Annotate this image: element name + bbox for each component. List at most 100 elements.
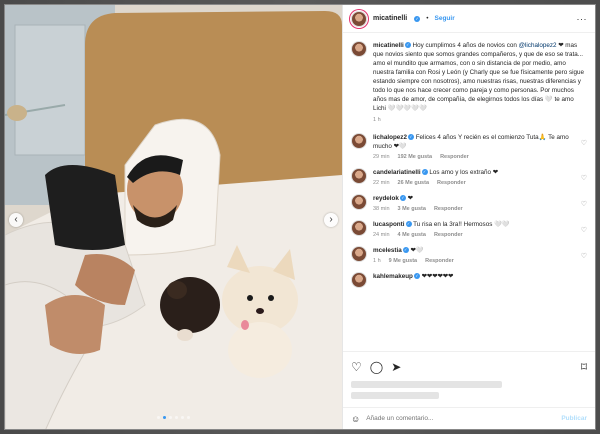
like-comment-heart-icon[interactable]: ♡ (581, 174, 587, 182)
like-comment-heart-icon[interactable]: ♡ (581, 200, 587, 208)
avatar[interactable] (351, 168, 367, 184)
comment-meta: 29 min 192 Me gusta Responder (373, 154, 575, 160)
verified-badge-icon: ✓ (414, 15, 421, 22)
comment-text: lichalopez2 ✓ Felices 4 años Y recién es … (373, 133, 575, 151)
comment-body: Tu risa en la 3ra!! Hermosos 🤍🤍 (413, 221, 510, 228)
post-modal: ‹ › micatinelli ✓ • Seguir ··· micatinel… (4, 4, 596, 430)
comment-text: reydelok ✓ ❤ (373, 194, 463, 203)
reply-button[interactable]: Responder (440, 154, 469, 160)
post-header: micatinelli ✓ • Seguir ··· (343, 5, 595, 33)
comment-text: kahlemakeup ✓ ❤❤❤❤❤❤ (373, 272, 453, 281)
comment-body: ❤❤❤❤❤❤ (421, 273, 454, 280)
header-username[interactable]: micatinelli (373, 15, 407, 22)
next-photo-icon[interactable]: › (324, 213, 338, 227)
comment-input[interactable] (366, 415, 556, 422)
verified-badge-icon: ✓ (407, 134, 414, 141)
comment-time: 24 min (373, 232, 390, 238)
verified-badge-icon: ✓ (413, 273, 420, 280)
reply-button[interactable]: Responder (434, 232, 463, 238)
post-date-placeholder (351, 392, 440, 399)
like-comment-heart-icon[interactable]: ♡ (581, 139, 587, 147)
comment-username[interactable]: lichalopez2 (373, 134, 407, 141)
photo-image (5, 5, 342, 429)
comment-likes[interactable]: 26 Me gusta (398, 180, 429, 186)
post-side-panel: micatinelli ✓ • Seguir ··· micatinelli ✓ … (342, 5, 595, 429)
comment-bubble-icon[interactable]: ◯ (370, 361, 383, 373)
comment-meta: 24 min 4 Me gusta Responder (373, 232, 510, 238)
caption-time: 1 h (373, 117, 381, 123)
verified-badge-icon: ✓ (399, 195, 406, 202)
add-comment-bar: ☺ Publicar (343, 407, 595, 429)
comment-time: 38 min (373, 206, 390, 212)
comment-item: mcelestia ✓ ❤🤍 1 h 9 Me gusta Responder ♡ (351, 246, 587, 264)
comment-likes[interactable]: 192 Me gusta (398, 154, 433, 160)
verified-badge-icon: ✓ (421, 169, 428, 176)
comments-list[interactable]: micatinelli ✓ Hoy cumplimos 4 años de nov… (343, 33, 595, 351)
comment-text: lucasponti ✓ Tu risa en la 3ra!! Hermosos… (373, 220, 510, 229)
reply-button[interactable]: Responder (434, 206, 463, 212)
comment-username[interactable]: candelariatinelli (373, 169, 421, 176)
comment-item: candelariatinelli ✓ Los amo y los extraño… (351, 168, 587, 186)
post-photo[interactable]: ‹ › (5, 5, 342, 429)
carousel-dots (5, 416, 342, 419)
comment-body: Los amo y los extraño ❤ (429, 169, 498, 176)
comment-meta: 38 min 3 Me gusta Responder (373, 206, 463, 212)
like-comment-heart-icon[interactable]: ♡ (581, 252, 587, 260)
verified-badge-icon: ✓ (405, 221, 412, 228)
carousel-dot (175, 416, 178, 419)
share-paper-plane-icon[interactable]: ➤ (391, 361, 401, 373)
caption-text-before: Hoy cumplimos 4 años de novios con (410, 42, 519, 49)
comment-username[interactable]: reydelok (373, 195, 399, 202)
like-heart-icon[interactable]: ♡ (351, 361, 362, 373)
carousel-dot (157, 416, 160, 419)
post-actions: ♡ ◯ ➤ ⌑ (343, 351, 595, 381)
avatar[interactable] (351, 133, 367, 149)
carousel-dot (187, 416, 190, 419)
carousel-dot-active (163, 416, 166, 419)
comment-item: kahlemakeup ✓ ❤❤❤❤❤❤ (351, 272, 587, 288)
avatar[interactable] (351, 194, 367, 210)
more-options-icon[interactable]: ··· (577, 14, 588, 24)
comment-likes[interactable]: 4 Me gusta (398, 232, 426, 238)
comment-text: candelariatinelli ✓ Los amo y los extraño… (373, 168, 498, 177)
carousel-dot (181, 416, 184, 419)
comment-item: reydelok ✓ ❤ 38 min 3 Me gusta Responder ♡ (351, 194, 587, 212)
avatar[interactable] (351, 246, 367, 262)
comment-time: 22 min (373, 180, 390, 186)
caption-mention[interactable]: @lichalopez2 (519, 42, 557, 49)
comment-username[interactable]: mcelestia (373, 247, 402, 254)
header-bullet: • (426, 15, 429, 22)
comment-item: lichalopez2 ✓ Felices 4 años Y recién es … (351, 133, 587, 160)
avatar[interactable] (351, 272, 367, 288)
avatar[interactable] (351, 220, 367, 236)
comment-meta: 1 h 9 Me gusta Responder (373, 258, 454, 264)
comment-username[interactable]: kahlemakeup (373, 273, 413, 280)
avatar[interactable] (351, 41, 367, 57)
comment-likes[interactable]: 9 Me gusta (389, 258, 417, 264)
comment-body: ❤🤍 (410, 247, 424, 254)
publish-button[interactable]: Publicar (561, 415, 587, 422)
carousel-dot (169, 416, 172, 419)
reply-button[interactable]: Responder (425, 258, 454, 264)
comment-username[interactable]: lucasponti (373, 221, 405, 228)
comment-item: lucasponti ✓ Tu risa en la 3ra!! Hermosos… (351, 220, 587, 238)
comment-body: ❤ (407, 195, 413, 202)
follow-button[interactable]: Seguir (435, 15, 455, 22)
likes-count-placeholder (351, 381, 503, 388)
caption-text: micatinelli ✓ Hoy cumplimos 4 años de nov… (373, 41, 587, 113)
caption-text-after: ❤ mas que novios siento que somos grande… (373, 42, 585, 112)
comment-likes[interactable]: 3 Me gusta (398, 206, 426, 212)
reply-button[interactable]: Responder (437, 180, 466, 186)
post-caption: micatinelli ✓ Hoy cumplimos 4 años de nov… (351, 41, 587, 123)
avatar[interactable] (351, 10, 367, 27)
emoji-smiley-icon[interactable]: ☺ (351, 414, 360, 424)
caption-username[interactable]: micatinelli (373, 42, 404, 49)
comment-time: 1 h (373, 258, 381, 264)
like-comment-heart-icon[interactable]: ♡ (581, 226, 587, 234)
bookmark-icon[interactable]: ⌑ (581, 361, 587, 373)
previous-photo-icon[interactable]: ‹ (9, 213, 23, 227)
verified-badge-icon: ✓ (402, 247, 409, 254)
comment-time: 29 min (373, 154, 390, 160)
comment-meta: 22 min 26 Me gusta Responder (373, 180, 498, 186)
comment-text: mcelestia ✓ ❤🤍 (373, 246, 454, 255)
